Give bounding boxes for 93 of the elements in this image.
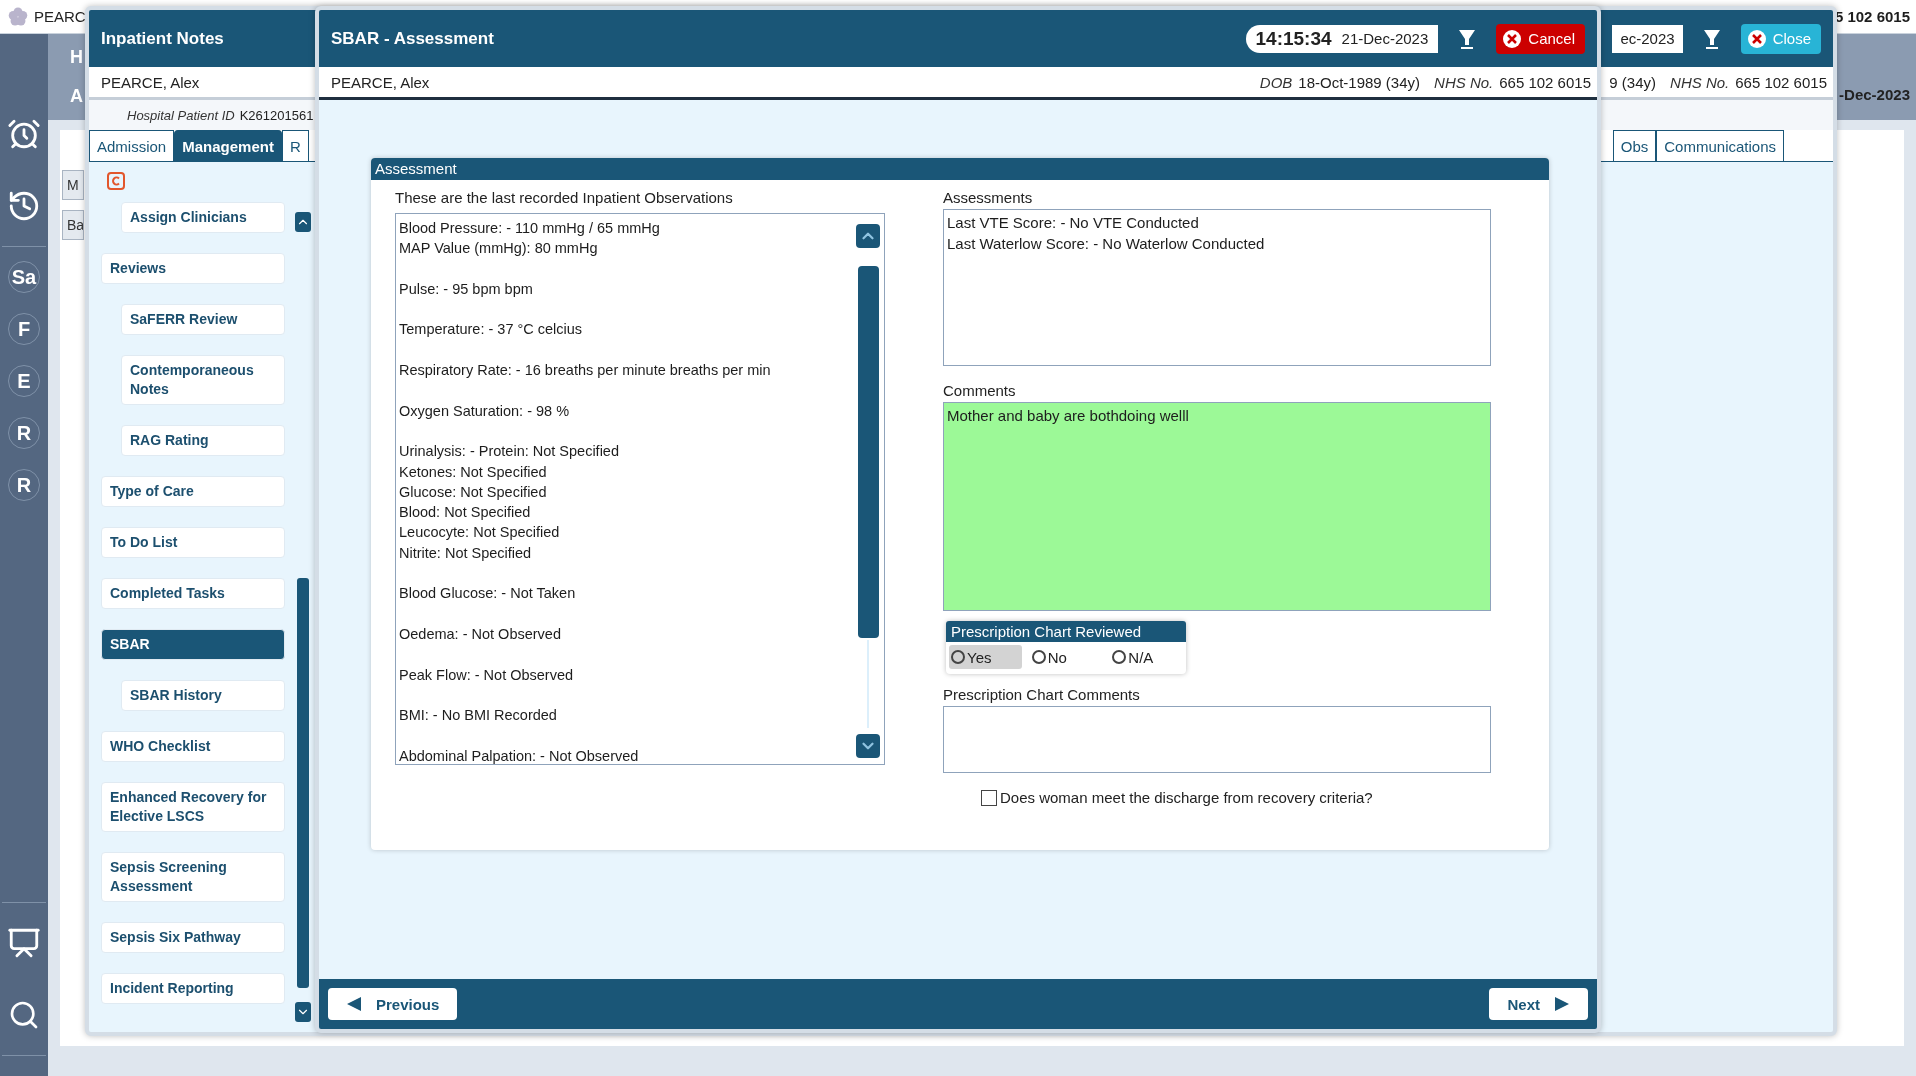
- patient-id-value: K261201561: [239, 107, 314, 123]
- patient-name: PEARCE, Alex: [331, 73, 430, 91]
- radio-option[interactable]: No: [1029, 645, 1103, 669]
- presentation-board-icon[interactable]: [7, 926, 41, 960]
- nav-item[interactable]: Completed Tasks: [101, 578, 285, 609]
- observation-line: Ketones: Not Specified: [399, 462, 548, 482]
- observation-line: Oedema: - Not Observed: [399, 624, 562, 644]
- observation-line: BMI: - No BMI Recorded: [399, 706, 558, 726]
- observation-line: Oxygen Saturation: - 98 %: [399, 401, 571, 421]
- nav-item[interactable]: RAG Rating: [121, 425, 285, 456]
- c-badge-icon: [107, 172, 125, 190]
- observation-line: Leucocyte: Not Specified: [399, 523, 561, 543]
- panel-title: Assessment: [371, 158, 1549, 180]
- patient-id-label: Hospital Patient ID: [127, 107, 235, 123]
- checkbox[interactable]: [981, 790, 997, 806]
- logo-icon: [8, 6, 28, 27]
- dob-label: DOB: [1259, 73, 1293, 91]
- nav-item[interactable]: Sepsis Screening Assessment: [101, 852, 285, 902]
- nhs-label: NHS No.: [1434, 73, 1494, 91]
- field-label: These are the last recorded Inpatient Observations: [395, 188, 734, 208]
- observation-line: MAP Value (mmHg): 80 mmHg: [399, 239, 599, 259]
- checkbox-label: Does woman meet the discharge from recovery criteria?: [1000, 788, 1373, 808]
- cancel-button[interactable]: Cancel: [1496, 23, 1585, 54]
- app-title: PEARC: [34, 8, 86, 25]
- search-icon[interactable]: [8, 999, 40, 1031]
- observation-line: Abdominal Palpation: - Not Observed: [399, 746, 640, 766]
- right-triangle-icon: [1554, 996, 1570, 1012]
- scroll-down-button[interactable]: [856, 734, 880, 758]
- nav-item[interactable]: Enhanced Recovery for Elective LSCS: [101, 782, 285, 832]
- observation-line: Urinalysis: - Protein: Not Specified: [399, 442, 620, 462]
- dob-value: 18-Oct-1989 (34y): [1298, 73, 1421, 91]
- window-title: Inpatient Notes: [101, 28, 224, 49]
- group-title: Prescription Chart Reviewed: [946, 621, 1186, 642]
- alarm-clock-icon[interactable]: [7, 117, 41, 151]
- tab[interactable]: Communications: [1656, 130, 1784, 161]
- date-text: -Dec-2023: [1839, 86, 1910, 103]
- dob-value: 9 (34y): [1609, 73, 1657, 91]
- nav-item[interactable]: Assign Clinicians: [121, 202, 285, 233]
- nav-item[interactable]: Type of Care: [101, 476, 285, 507]
- nhs-value: 665 102 6015: [1735, 73, 1827, 91]
- close-icon: [1502, 28, 1523, 49]
- observation-line: Glucose: Not Specified: [399, 482, 548, 502]
- nav-item[interactable]: WHO Checklist: [101, 731, 285, 762]
- nav-item[interactable]: Reviews: [101, 253, 285, 284]
- datetime-field[interactable]: 14:15:34 21-Dec-2023: [1245, 24, 1439, 53]
- prescription-comments-field[interactable]: [943, 706, 1491, 773]
- patient-name: PEARCE, Alex: [101, 73, 200, 91]
- nav-item[interactable]: SBAR History: [121, 680, 285, 711]
- clock-history-icon[interactable]: [7, 189, 41, 223]
- tab[interactable]: Management: [174, 130, 282, 161]
- comments-field[interactable]: Mother and baby are bothdoing welll: [943, 402, 1491, 611]
- header-text: H: [70, 47, 83, 68]
- observation-line: Respiratory Rate: - 16 breaths per minute breaths per min: [399, 361, 772, 381]
- scrollbar-thumb[interactable]: [857, 266, 879, 638]
- nav-item[interactable]: Incident Reporting: [101, 973, 285, 1004]
- left-triangle-icon: [346, 996, 362, 1012]
- nhs-label: NHS No.: [1670, 73, 1730, 91]
- scroll-up-button[interactable]: [295, 212, 311, 232]
- observation-line: Peak Flow: - Not Observed: [399, 665, 575, 685]
- window-title: SBAR - Assessment: [331, 28, 494, 49]
- field-label: Comments: [943, 381, 1017, 401]
- close-icon: [1746, 28, 1767, 49]
- previous-button[interactable]: Previous: [328, 988, 458, 1020]
- filter-icon[interactable]: [1702, 28, 1721, 49]
- scroll-up-button[interactable]: [856, 224, 880, 248]
- tab[interactable]: Admission: [89, 130, 175, 161]
- assessment-line: Last Waterlow Score: - No Waterlow Conducted: [947, 234, 1266, 254]
- observation-line: Temperature: - 37 °C celcius: [399, 320, 584, 340]
- tab[interactable]: R: [281, 130, 309, 161]
- assessment-line: Last VTE Score: - No VTE Conducted: [947, 213, 1200, 233]
- radio-option[interactable]: N/A: [1110, 645, 1183, 669]
- nav-item[interactable]: SaFERR Review: [121, 304, 285, 335]
- observation-line: Blood: Not Specified: [399, 503, 532, 523]
- nhs-value: 665 102 6015: [1499, 73, 1591, 91]
- observation-line: Blood Glucose: - Not Taken: [399, 584, 577, 604]
- nav-item[interactable]: Sepsis Six Pathway: [101, 922, 285, 953]
- observation-line: Pulse: - 95 bpm bpm: [399, 279, 534, 299]
- observation-line: Blood Pressure: - 110 mmHg / 65 mmHg: [399, 219, 661, 238]
- filter-icon[interactable]: [1458, 28, 1477, 49]
- nav-item[interactable]: Contemporaneous Notes: [121, 355, 285, 405]
- side-button[interactable]: M: [62, 170, 84, 200]
- next-button[interactable]: Next: [1489, 988, 1588, 1020]
- observation-line: Nitrite: Not Specified: [399, 543, 533, 563]
- tab[interactable]: Obs: [1612, 130, 1657, 161]
- nav-item[interactable]: To Do List: [101, 527, 285, 558]
- scroll-down-button[interactable]: [295, 1002, 311, 1022]
- field-label: Assessments: [943, 188, 1034, 208]
- scrollbar-thumb[interactable]: [297, 578, 309, 988]
- radio-option[interactable]: Yes: [949, 645, 1022, 669]
- date-field[interactable]: ec-2023: [1612, 24, 1683, 53]
- nav-item[interactable]: SBAR: [101, 629, 285, 660]
- field-label: Prescription Chart Comments: [943, 685, 1141, 705]
- header-text: A: [70, 86, 83, 107]
